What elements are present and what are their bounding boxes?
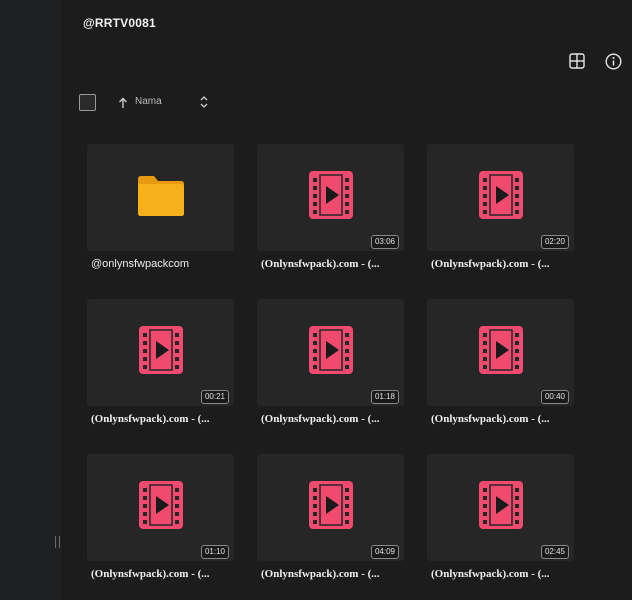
duration-badge: 02:20 xyxy=(540,235,569,249)
file-tile[interactable]: 03:06 (Onlynsfwpack).com - (... xyxy=(257,144,404,270)
info-icon[interactable] xyxy=(604,52,622,70)
duration-badge: 03:06 xyxy=(370,235,399,249)
video-file-icon xyxy=(308,171,353,224)
file-name[interactable]: (Onlynsfwpack).com - (... xyxy=(91,568,241,580)
file-tile[interactable]: @onlynsfwpackcom xyxy=(87,144,234,270)
file-tile[interactable]: 01:10 (Onlynsfwpack).com - (... xyxy=(87,454,234,580)
tile-thumbnail[interactable]: 02:45 xyxy=(427,454,574,561)
video-file-icon xyxy=(138,326,183,379)
file-tile[interactable]: 00:21 (Onlynsfwpack).com - (... xyxy=(87,299,234,425)
grid-view-icon[interactable] xyxy=(568,52,586,70)
select-all-checkbox[interactable] xyxy=(79,94,96,111)
video-file-icon xyxy=(138,481,183,534)
sidebar xyxy=(0,0,63,600)
main-panel: @RRTV0081 Nama @onlynsfwpackcom 03:06 (O… xyxy=(63,0,632,600)
duration-badge: 04:09 xyxy=(370,545,399,559)
tile-thumbnail[interactable]: 02:20 xyxy=(427,144,574,251)
tile-thumbnail[interactable] xyxy=(87,144,234,251)
tile-thumbnail[interactable]: 04:09 xyxy=(257,454,404,561)
file-name[interactable]: (Onlynsfwpack).com - (... xyxy=(431,568,581,580)
file-grid: @onlynsfwpackcom 03:06 (Onlynsfwpack).co… xyxy=(87,144,574,580)
tile-thumbnail[interactable]: 03:06 xyxy=(257,144,404,251)
page-title: @RRTV0081 xyxy=(83,16,156,30)
file-tile[interactable]: 02:20 (Onlynsfwpack).com - (... xyxy=(427,144,574,270)
duration-badge: 02:45 xyxy=(540,545,569,559)
tile-thumbnail[interactable]: 00:21 xyxy=(87,299,234,406)
file-name[interactable]: (Onlynsfwpack).com - (... xyxy=(91,413,241,425)
video-file-icon xyxy=(478,481,523,534)
duration-badge: 00:21 xyxy=(200,390,229,404)
duration-badge: 01:10 xyxy=(200,545,229,559)
file-tile[interactable]: 02:45 (Onlynsfwpack).com - (... xyxy=(427,454,574,580)
sort-toolbar: Nama xyxy=(79,94,219,112)
folder-icon xyxy=(136,173,186,222)
video-file-icon xyxy=(308,326,353,379)
video-file-icon xyxy=(308,481,353,534)
video-file-icon xyxy=(478,171,523,224)
sort-field-label[interactable]: Nama xyxy=(135,96,162,107)
file-name[interactable]: @onlynsfwpackcom xyxy=(91,258,241,270)
file-tile[interactable]: 04:09 (Onlynsfwpack).com - (... xyxy=(257,454,404,580)
duration-badge: 00:40 xyxy=(540,390,569,404)
sort-updown-icon[interactable] xyxy=(200,95,208,114)
file-name[interactable]: (Onlynsfwpack).com - (... xyxy=(261,258,411,270)
file-tile[interactable]: 01:18 (Onlynsfwpack).com - (... xyxy=(257,299,404,425)
file-name[interactable]: (Onlynsfwpack).com - (... xyxy=(261,568,411,580)
file-tile[interactable]: 00:40 (Onlynsfwpack).com - (... xyxy=(427,299,574,425)
duration-badge: 01:18 xyxy=(370,390,399,404)
tile-thumbnail[interactable]: 01:10 xyxy=(87,454,234,561)
file-name[interactable]: (Onlynsfwpack).com - (... xyxy=(261,413,411,425)
tile-thumbnail[interactable]: 01:18 xyxy=(257,299,404,406)
sidebar-resize-handle[interactable] xyxy=(55,536,60,548)
file-name[interactable]: (Onlynsfwpack).com - (... xyxy=(431,258,581,270)
video-file-icon xyxy=(478,326,523,379)
arrow-up-icon[interactable] xyxy=(118,96,128,114)
file-name[interactable]: (Onlynsfwpack).com - (... xyxy=(431,413,581,425)
tile-thumbnail[interactable]: 00:40 xyxy=(427,299,574,406)
